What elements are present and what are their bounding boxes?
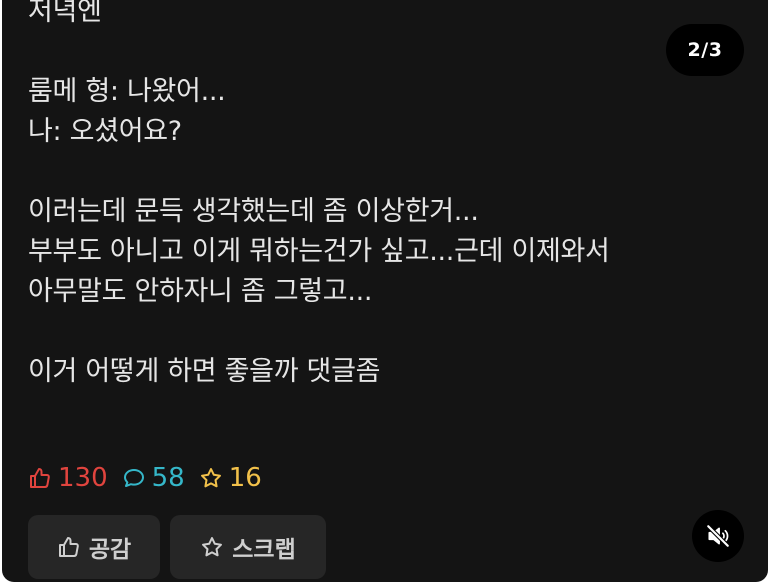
post-stats: 130 58 16: [28, 459, 276, 497]
post-line: 룸메 형: 나왔어...: [28, 76, 226, 107]
like-button[interactable]: 공감: [28, 515, 160, 579]
mute-button[interactable]: [692, 510, 744, 562]
scrap-button[interactable]: 스크랩: [170, 515, 326, 579]
post-line: 나: 오셨어요?: [28, 116, 182, 147]
post-line: 이거 어떻게 하면 좋을까 댓글좀: [28, 356, 381, 387]
post-body: 저녁엔 룸메 형: 나왔어... 나: 오셨어요? 이러는데 문득 생각했는데 …: [28, 0, 668, 392]
star-icon: [202, 537, 223, 557]
like-count-value: 130: [58, 463, 108, 493]
like-count: 130: [28, 463, 108, 493]
post-line: 저녁엔: [28, 0, 102, 27]
comment-count-value: 58: [151, 463, 185, 493]
post-line: 아무말도 안하자니 좀 그렇고...: [28, 276, 373, 307]
scrap-count: 16: [199, 463, 262, 493]
post-line-blank: [28, 312, 668, 352]
star-icon: [200, 468, 221, 488]
speech-bubble-icon: [123, 469, 144, 487]
page-indicator: 2/3: [666, 24, 744, 76]
post-line-blank: [28, 32, 668, 72]
post-line: 부부도 아니고 이게 뭐하는건가 싶고...근데 이제와서: [28, 236, 610, 267]
post-line-blank: [28, 152, 668, 192]
thumbs-up-icon: [58, 537, 79, 557]
thumbs-up-icon: [30, 468, 50, 488]
speaker-muted-icon: [706, 524, 730, 548]
scrap-button-label: 스크랩: [232, 537, 296, 563]
post-card: 저녁엔 룸메 형: 나왔어... 나: 오셨어요? 이러는데 문득 생각했는데 …: [2, 0, 768, 582]
comment-count: 58: [122, 463, 185, 493]
post-line: 이러는데 문득 생각했는데 좀 이상한거...: [28, 196, 479, 227]
scrap-count-value: 16: [228, 463, 262, 493]
like-button-label: 공감: [88, 537, 132, 563]
